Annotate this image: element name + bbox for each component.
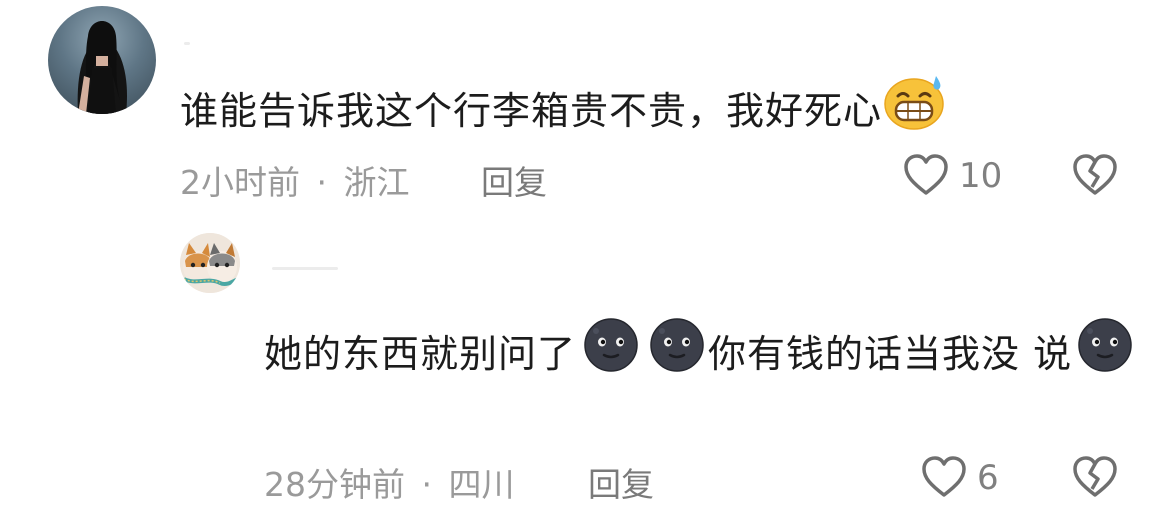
new-moon-face-emoji — [582, 317, 640, 390]
heart-outline-icon — [922, 456, 966, 497]
comment-text-part2: 你有钱的话当我没 — [708, 331, 1021, 376]
username-placeholder[interactable] — [184, 42, 190, 45]
reply-button[interactable]: 回复 — [481, 156, 547, 204]
comment-time: 28分钟前 — [264, 465, 405, 504]
comment-body: 谁能告诉我这个行李箱贵不贵，我好死心 — [180, 74, 946, 147]
new-moon-face-emoji — [1076, 317, 1134, 390]
heart-outline-icon — [904, 154, 948, 195]
comment-location: 四川 — [448, 465, 515, 504]
grimacing-sweat-emoji — [884, 74, 946, 147]
avatar-cats-photo — [180, 233, 240, 293]
comment-meta: 2小时前 · 浙江 — [180, 156, 410, 204]
comment-line-2: 说 — [1033, 317, 1134, 390]
like-button[interactable] — [903, 153, 949, 197]
meta-separator: · — [316, 163, 328, 202]
like-count: 10 — [959, 156, 1003, 196]
comment-text-part1: 她的东西就别问了 — [264, 331, 577, 376]
comment-location: 浙江 — [343, 163, 410, 202]
comment-body: 她的东西就别问了 你有钱的话当我没 说 — [264, 305, 1134, 390]
avatar-photo — [77, 21, 127, 114]
comment-time: 2小时前 — [180, 163, 300, 202]
comment-meta: 28分钟前 · 四川 — [264, 458, 515, 506]
comment-line-1: 她的东西就别问了 你有钱的话当我没 — [264, 317, 1020, 390]
avatar[interactable] — [48, 6, 156, 114]
broken-heart-icon — [1073, 456, 1117, 497]
meta-separator: · — [421, 465, 433, 504]
comment-text: 谁能告诉我这个行李箱贵不贵，我好死心 — [180, 88, 883, 133]
comment-text-part3: 说 — [1033, 331, 1073, 376]
username-placeholder[interactable] — [272, 267, 338, 270]
reply-button[interactable]: 回复 — [588, 458, 654, 506]
broken-heart-icon — [1073, 154, 1117, 195]
avatar[interactable] — [180, 233, 240, 293]
like-count: 6 — [977, 458, 999, 498]
new-moon-face-emoji — [648, 317, 706, 390]
dislike-button[interactable] — [1072, 153, 1118, 197]
dislike-button[interactable] — [1072, 455, 1118, 499]
like-button[interactable] — [921, 455, 967, 499]
